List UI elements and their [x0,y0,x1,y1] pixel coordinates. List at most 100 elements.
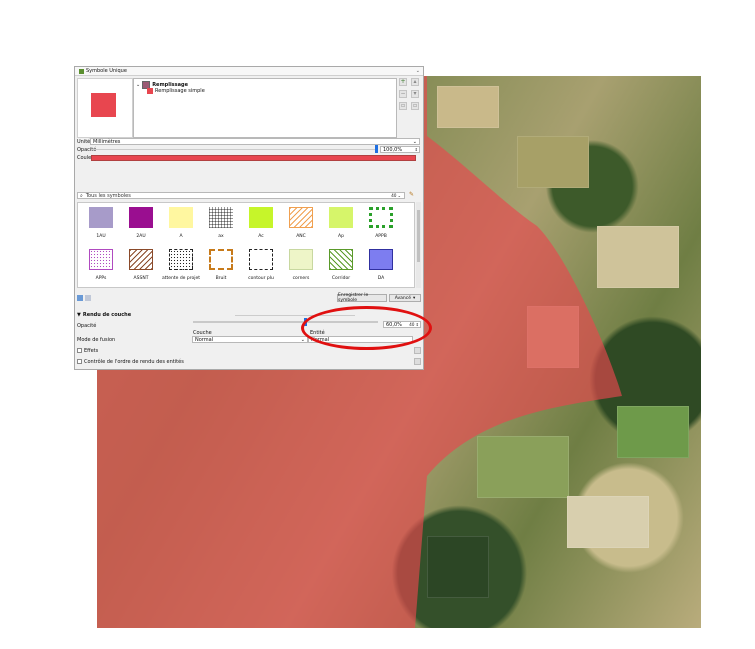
advanced-button[interactable]: Avancé ▾ [389,294,421,302]
effects-settings-icon[interactable] [414,347,421,354]
slider-fill [193,321,304,323]
symbol-label: attente de projet [161,276,201,281]
symbol-item[interactable]: Ac [241,203,281,243]
symbol-item[interactable]: ax [201,203,241,243]
color-button[interactable] [91,155,416,161]
move-up-icon[interactable]: ▴ [411,78,419,86]
symbol-item[interactable]: corners [281,245,321,285]
render-order-label: Contrôle de l'ordre de rendu des entités [84,358,184,365]
solid-light-yellow-icon [169,207,193,228]
effects-checkbox[interactable]: Effets [77,347,98,354]
symbol-preview [77,78,133,138]
style-manager-icon[interactable]: ✎ [409,191,417,199]
symbol-label: ax [218,234,224,239]
dialog-title: Symbole Unique [86,68,127,74]
symbol-label: DA [377,276,385,281]
symbol-item[interactable]: 2AU [121,203,161,243]
symbol-label: Corridor [331,276,351,281]
unit-select[interactable]: Millimètres ⌄ [90,138,420,145]
symbol-item[interactable]: A [161,203,201,243]
chevron-down-icon: ⌄ [300,336,305,343]
symbol-label: 2AU [136,234,146,239]
symbol-label: Ap [338,234,344,239]
tree-item-simple-fill[interactable]: Remplissage simple [147,88,205,94]
symbol-item[interactable]: 1AU [81,203,121,243]
solid-lavender-icon [89,207,113,228]
dropdown-arrow-icon: ▾ [413,295,416,301]
search-placeholder: Tous les symboles [85,192,131,199]
symbol-library-grid: 1AU 2AU A ax Ac ANC Ap APPB APPs ASSNT a… [77,202,415,288]
move-down-icon[interactable]: ▾ [411,90,419,98]
symbol-item[interactable]: ANC [281,203,321,243]
symbol-label: corners [292,276,310,281]
advanced-label: Avancé [394,295,412,301]
scrollbar-thumb[interactable] [417,210,420,262]
symbol-label: 1AU [96,234,106,239]
symbol-icon [79,68,84,74]
symbol-item[interactable]: attente de projet [161,245,201,285]
opacity-slider-track[interactable] [91,149,375,150]
symbol-item[interactable]: DA [361,245,401,285]
black-dots-icon [169,249,193,270]
solid-blue-icon [369,249,393,270]
symbol-label: contour plu [248,276,274,281]
grid-scrollbar[interactable] [416,202,421,288]
chevron-down-icon: ⌄ [412,138,417,145]
spin-arrows-icon: ⇕ [414,147,418,152]
layer-blend-value: Normal [195,336,214,343]
list-view-icon[interactable] [85,295,91,301]
icon-size-value: 40 ⌄ [391,193,401,198]
symbol-search-input[interactable]: ⌕ Tous les symboles 40 ⌄ [77,192,405,199]
symbol-label: ANC [296,234,306,239]
solid-lime-icon [249,207,273,228]
effects-label: Effets [84,347,99,354]
unit-label: Unité [77,138,91,145]
symbol-label: A [179,234,183,239]
icon-view-icon[interactable] [77,295,83,301]
preview-swatch [91,93,116,117]
save-symbol-button[interactable]: Enregistrer le symbole [337,293,387,303]
symbol-item[interactable]: Corridor [321,245,361,285]
lock-layer-icon[interactable]: ▫ [411,102,419,110]
purple-dots-icon [89,249,113,270]
remove-layer-icon[interactable]: − [399,90,407,98]
green-diagonal-hatch-icon [329,249,353,270]
symbol-item[interactable]: Ap [321,203,361,243]
symbol-item[interactable]: APPs [81,245,121,285]
layer-rendering-header[interactable]: ▼ Rendu de couche [77,312,131,318]
pale-green-corners-icon [289,249,313,270]
orange-dashed-border-icon [209,249,233,270]
orange-diagonal-hatch-icon [289,207,313,228]
symbol-item[interactable]: contour plu [241,245,281,285]
symbol-label: APPs [95,276,107,281]
symbol-item[interactable]: Bruit [201,245,241,285]
unit-value: Millimètres [93,138,121,145]
opacity-spinbox[interactable]: 100,0% ⇕ [380,146,420,153]
layer-blend-select[interactable]: Normal ⌄ [192,336,308,343]
grid-hatch-icon [209,207,233,228]
render-order-settings-icon[interactable] [414,358,421,365]
render-order-checkbox[interactable]: Contrôle de l'ordre de rendu des entités [77,358,184,365]
solid-yellow-green-icon [329,207,353,228]
opacity-slider-handle[interactable] [375,145,378,153]
layer-opacity-label: Opacité [77,322,97,329]
symbol-item[interactable]: APPB [361,203,401,243]
simple-fill-swatch-icon [147,88,153,94]
section-title: Rendu de couche [82,312,132,318]
highlight-annotation-ellipse [301,306,432,350]
black-dashed-border-icon [249,249,273,270]
green-dotted-border-icon [369,207,393,228]
checkbox-icon[interactable] [77,348,82,353]
symbol-item[interactable]: ASSNT [121,245,161,285]
add-layer-icon[interactable]: + [399,78,407,86]
symbol-label: Ac [258,234,264,239]
collapse-chevron-icon[interactable]: ⌄ [416,68,420,74]
symbol-label: Bruit [215,276,227,281]
expand-arrow-icon[interactable]: ⌄ [136,82,140,88]
search-icon: ⌕ [80,192,83,199]
collapse-triangle-icon: ▼ [77,312,81,318]
checkbox-icon[interactable] [77,359,82,364]
blend-mode-label: Mode de fusion [77,336,116,343]
duplicate-layer-icon[interactable]: ▫ [399,102,407,110]
dialog-titlebar: Symbole Unique ⌄ [75,67,423,76]
